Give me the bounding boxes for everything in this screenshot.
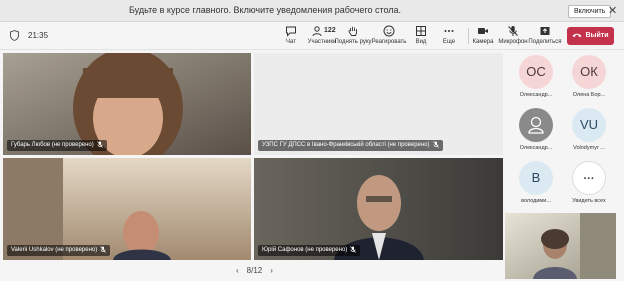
roster-participant[interactable]: VU Volodymyr ... xyxy=(564,108,614,151)
video-tile[interactable]: УЗПС ГУ ДПСС в Івано-Франківській област… xyxy=(254,53,503,155)
roster-name: Олександр... xyxy=(519,92,553,98)
close-icon[interactable]: ✕ xyxy=(608,4,617,17)
leave-button[interactable]: Выйти xyxy=(567,27,614,45)
roster-name: володими... xyxy=(521,198,551,204)
mic-off-icon xyxy=(508,26,518,36)
raise-hand-button[interactable]: Поднять руку xyxy=(334,25,372,45)
roster-participant[interactable]: ОК Олена Бор... xyxy=(564,55,614,98)
participant-name-label: Valerii Ushkalov (не проверено) xyxy=(7,245,111,256)
mic-off-icon xyxy=(96,141,103,148)
roster-participant[interactable]: Олександр... xyxy=(511,108,561,151)
smile-icon xyxy=(383,25,395,37)
share-icon xyxy=(540,27,550,35)
mic-off-icon xyxy=(100,246,107,253)
notification-bar: Будьте в курсе главного. Включите уведом… xyxy=(0,0,624,22)
gallery-pager: ‹ 8/12 › xyxy=(232,266,277,275)
roster-participant[interactable]: В володими... xyxy=(511,161,561,204)
participant-name: Юрій Сафонов (не проверено) xyxy=(262,247,348,253)
participant-name: УЗПС ГУ ДПСС в Івано-Франківській област… xyxy=(262,142,430,148)
avatar: ОС xyxy=(519,55,553,89)
hang-up-icon xyxy=(572,33,582,38)
self-view-video[interactable] xyxy=(505,213,616,279)
participant-name-label: Юрій Сафонов (не проверено) xyxy=(258,245,361,256)
participant-name: Губарь Любов (не проверено) xyxy=(11,142,94,148)
meeting-toolbar: 21:35 Чат 122 Участники Поднять руку Реа… xyxy=(0,22,624,50)
more-icon xyxy=(444,30,454,32)
page-indicator: 8/12 xyxy=(246,266,263,275)
roster-name: Олександр... xyxy=(519,145,553,151)
share-label: Поделиться xyxy=(528,39,562,45)
video-tile[interactable]: Valerii Ushkalov (не проверено) xyxy=(3,158,251,260)
roster-name: Volodymyr ... xyxy=(573,145,605,151)
notification-text: Будьте в курсе главного. Включите уведом… xyxy=(128,5,402,15)
prev-page-button[interactable]: ‹ xyxy=(236,266,239,275)
avatar xyxy=(519,108,553,142)
next-page-button[interactable]: › xyxy=(270,266,273,275)
participant-name-label: Губарь Любов (не проверено) xyxy=(7,140,107,151)
see-all-button[interactable]: ··· Увидеть всех xyxy=(564,161,614,204)
roster-name: Олена Бор... xyxy=(572,92,606,98)
shield-icon xyxy=(10,30,19,41)
grid-icon xyxy=(416,26,426,36)
more-icon: ··· xyxy=(572,161,606,195)
leave-label: Выйти xyxy=(585,32,609,39)
avatar: VU xyxy=(572,108,606,142)
raise-hand-label: Поднять руку xyxy=(334,39,372,45)
mic-off-icon xyxy=(432,141,439,148)
enable-notifications-button[interactable]: Включить xyxy=(568,5,612,18)
mic-off-icon xyxy=(350,246,357,253)
see-all-label: Увидеть всех xyxy=(572,198,606,204)
video-tile[interactable]: Юрій Сафонов (не проверено) xyxy=(254,158,503,260)
participant-name-label: УЗПС ГУ ДПСС в Івано-Франківській област… xyxy=(258,140,443,151)
self-video xyxy=(505,213,616,279)
person-icon xyxy=(528,116,544,134)
chat-icon xyxy=(286,26,296,37)
avatar: В xyxy=(519,161,553,195)
camera-icon xyxy=(478,28,488,34)
participant-name: Valerii Ushkalov (не проверено) xyxy=(11,247,98,253)
video-tile[interactable]: Губарь Любов (не проверено) xyxy=(3,53,251,155)
avatar: ОК xyxy=(572,55,606,89)
roster-participant[interactable]: ОС Олександр... xyxy=(511,55,561,98)
hand-icon xyxy=(348,26,357,36)
share-button[interactable]: Поделиться xyxy=(524,25,566,45)
meeting-timer: 21:35 xyxy=(28,31,49,40)
